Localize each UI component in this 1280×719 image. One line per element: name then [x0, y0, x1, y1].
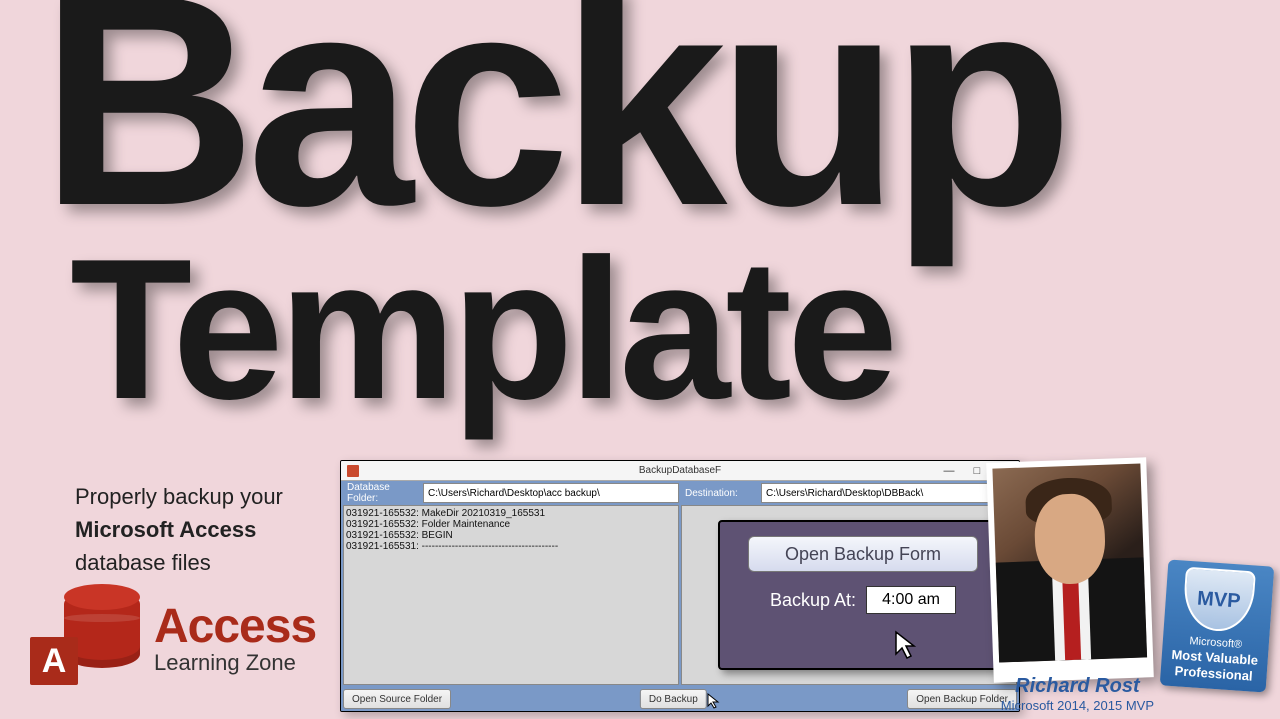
mvp-shield-icon: MVP	[1182, 567, 1256, 634]
logo-subtitle: Learning Zone	[154, 650, 316, 676]
log-line: 031921-165532: Folder Maintenance	[346, 519, 676, 530]
access-learning-zone-logo: A Access Learning Zone	[30, 590, 316, 685]
cursor-icon	[707, 693, 721, 709]
settings-overlay: Open Backup Form Backup At: 4:00 am	[718, 520, 1008, 670]
backup-time-input[interactable]: 4:00 am	[866, 586, 956, 614]
tagline-line-2: Microsoft Access	[75, 517, 256, 542]
main-title: Backup	[40, 0, 1064, 250]
sub-title: Template	[70, 230, 893, 430]
form-icon	[347, 465, 359, 477]
author-subtitle: Microsoft 2014, 2015 MVP	[1001, 698, 1154, 713]
bottom-toolbar: Open Source Folder Do Backup Open Backup…	[341, 687, 1019, 711]
log-line: 031921-165532: BEGIN	[346, 530, 676, 541]
cursor-icon	[894, 630, 920, 660]
log-line: 031921-165531: -------------------------…	[346, 541, 676, 552]
open-source-folder-button[interactable]: Open Source Folder	[343, 689, 451, 709]
destination-label: Destination:	[681, 483, 761, 503]
open-backup-form-button[interactable]: Open Backup Form	[748, 536, 978, 572]
tagline: Properly backup your Microsoft Access da…	[75, 480, 283, 579]
window-titlebar: BackupDatabaseF — □ ×	[341, 461, 1019, 481]
log-line: 031921-165532: MakeDir 20210319_165531	[346, 508, 676, 519]
access-a-tile: A	[30, 637, 78, 685]
destination-input[interactable]: C:\Users\Richard\Desktop\DBBack\	[761, 483, 1017, 503]
author-name: Richard Rost	[1001, 675, 1154, 698]
mvp-badge: MVP Microsoft® Most Valuable Professiona…	[1160, 559, 1275, 692]
backup-app-window: BackupDatabaseF — □ × Database Folder: C…	[340, 460, 1020, 712]
window-minimize-button[interactable]: —	[935, 461, 963, 481]
author-credit: Richard Rost Microsoft 2014, 2015 MVP	[1001, 675, 1154, 713]
database-folder-label: Database Folder:	[343, 483, 423, 503]
author-photo	[986, 457, 1154, 682]
tagline-line-1: Properly backup your	[75, 484, 283, 509]
right-pane: Open Backup Form Backup At: 4:00 am	[681, 505, 1017, 685]
access-logo-icon: A	[30, 590, 140, 685]
logo-name: Access	[154, 599, 316, 654]
database-folder-input[interactable]: C:\Users\Richard\Desktop\acc backup\	[423, 483, 679, 503]
window-title: BackupDatabaseF	[639, 465, 721, 476]
do-backup-button[interactable]: Do Backup	[640, 689, 707, 709]
tagline-line-3: database files	[75, 550, 211, 575]
log-pane[interactable]: 031921-165532: MakeDir 20210319_165531 0…	[343, 505, 679, 685]
backup-at-label: Backup At:	[770, 590, 856, 611]
